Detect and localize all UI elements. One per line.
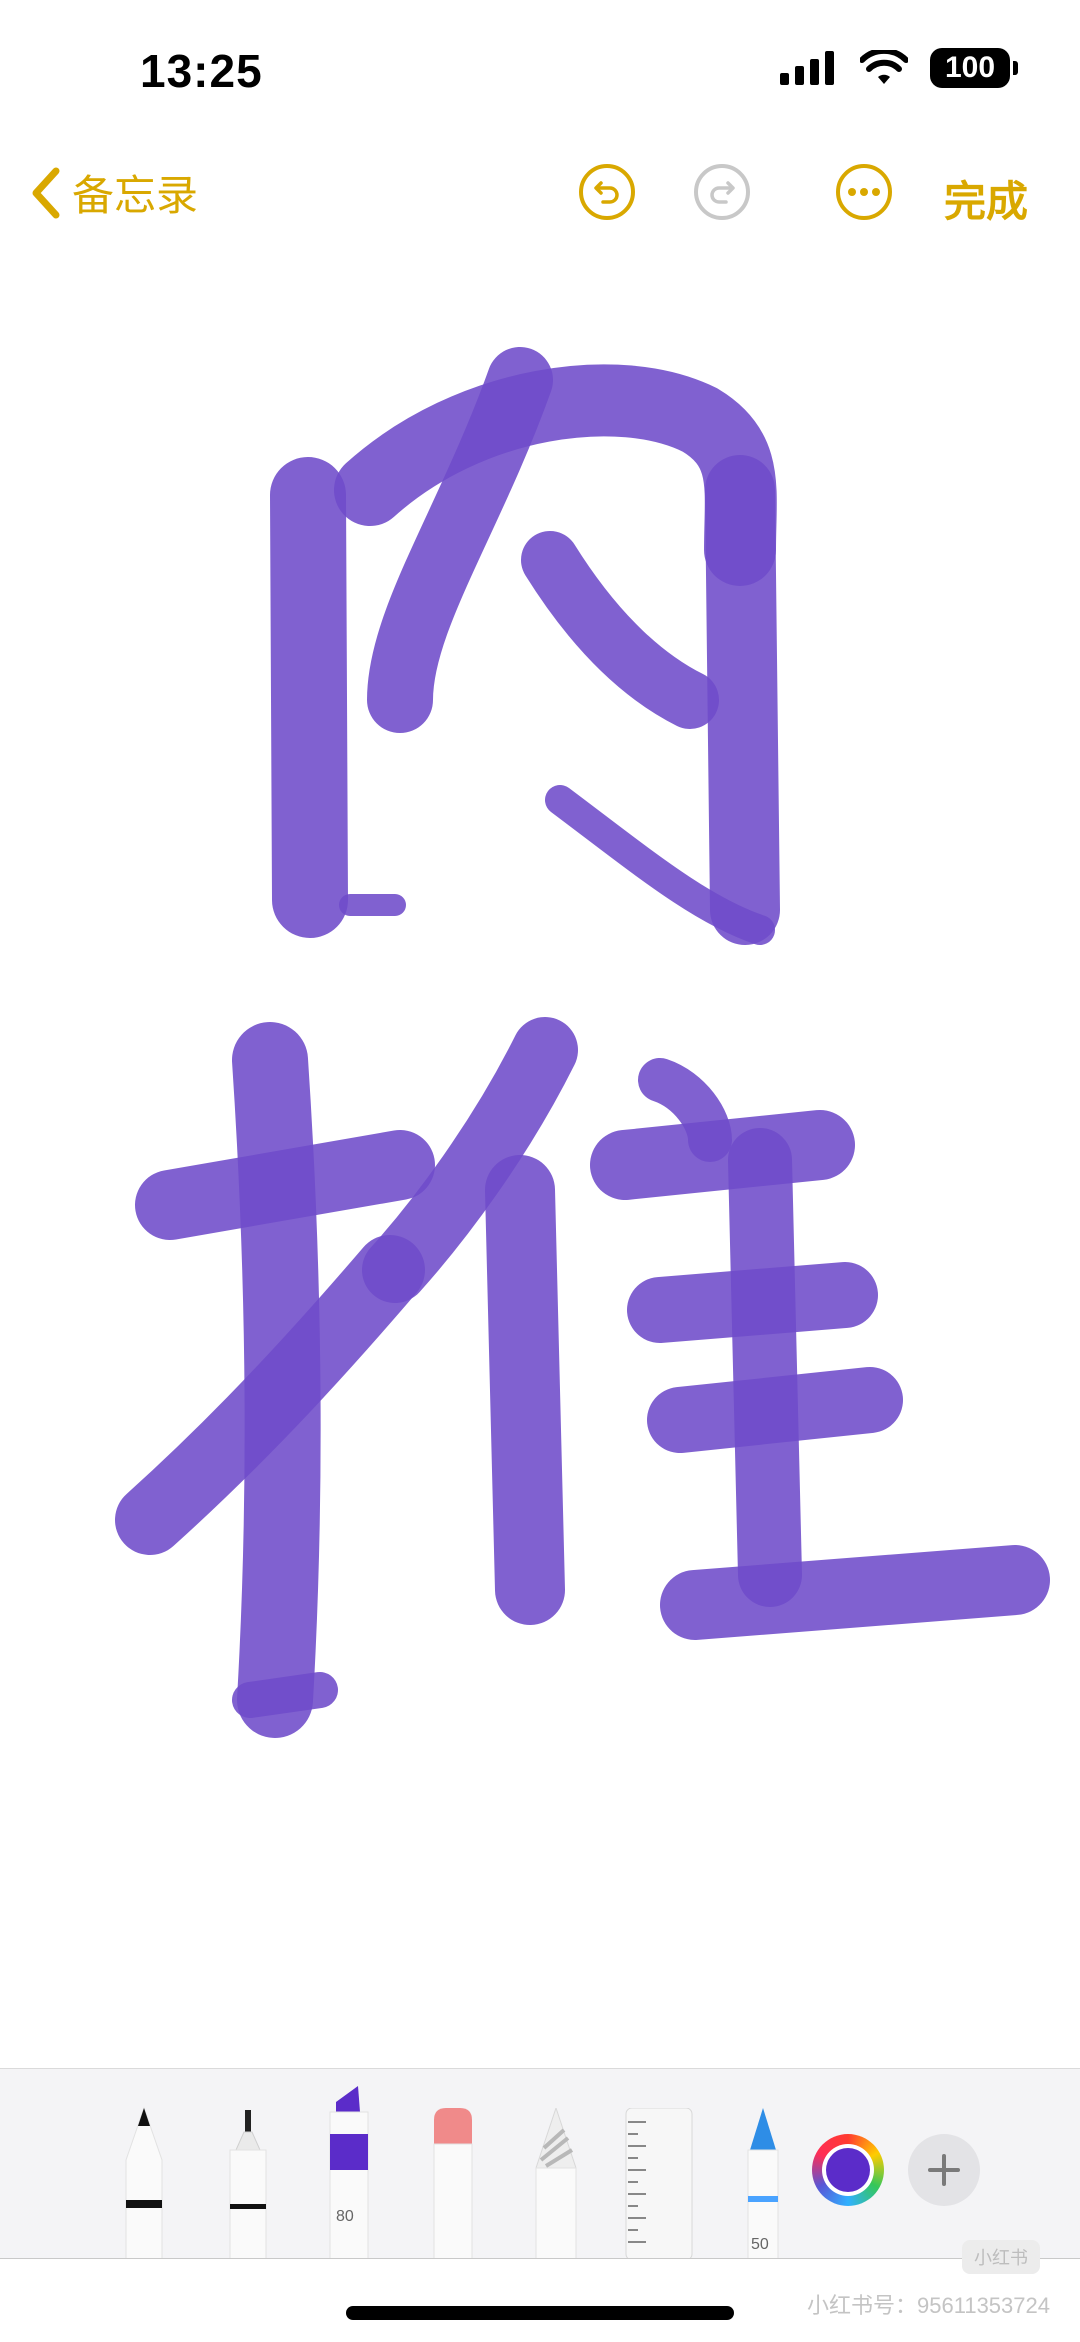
battery-indicator: 100 — [930, 48, 1018, 88]
stroke-tui-zhui-h4 — [660, 1545, 1050, 1640]
more-options-button[interactable] — [836, 164, 892, 220]
chevron-left-icon — [32, 167, 60, 218]
marker-width-label: 80 — [336, 2208, 354, 2225]
status-time: 13:25 — [140, 45, 263, 97]
add-tool-button[interactable] — [908, 2134, 980, 2206]
stroke-tui-ti-tick — [232, 1672, 338, 1718]
monoline-tool[interactable] — [222, 2110, 274, 2260]
nav-bar: 备忘录 完成 — [0, 140, 1080, 250]
drawing-canvas[interactable] — [0, 260, 1080, 2060]
redo-button[interactable] — [694, 164, 750, 220]
back-label: 备忘录 — [72, 172, 199, 219]
stroke-nei-right — [705, 455, 780, 945]
ruler-tool[interactable] — [624, 2108, 694, 2260]
stroke-nei-left — [270, 457, 348, 938]
redo-icon — [710, 181, 735, 204]
ellipsis-icon — [848, 188, 880, 196]
battery-level: 100 — [944, 51, 996, 84]
stroke-nei-dian — [521, 531, 719, 729]
back-button[interactable]: 备忘录 — [28, 162, 198, 223]
color-well-ring — [822, 2144, 874, 2196]
marker-tool[interactable] — [324, 2082, 374, 2260]
pen-tool[interactable] — [118, 2100, 170, 2260]
stroke-tui-zhui-h3 — [647, 1367, 903, 1453]
home-indicator[interactable] — [346, 2306, 734, 2320]
stroke-tui-zhui-v2 — [728, 1128, 802, 1607]
crayon-width-label: 50 — [751, 2236, 769, 2253]
cellular-signal-icon — [780, 51, 834, 85]
stroke-tui-zhui-v — [485, 1155, 565, 1625]
pencil-tool[interactable] — [530, 2108, 582, 2260]
selected-color-swatch — [826, 2148, 870, 2192]
undo-button[interactable] — [579, 164, 635, 220]
watermark-badge: 小红书 — [962, 2240, 1040, 2274]
color-picker-button[interactable] — [812, 2134, 884, 2206]
undo-icon — [594, 181, 619, 204]
done-button[interactable]: 完成 — [944, 168, 1028, 229]
status-bar: 13:25 100 — [0, 0, 1080, 140]
handwriting-drawing — [115, 347, 1050, 1738]
stroke-tui-zhui-h2 — [627, 1262, 878, 1343]
eraser-tool[interactable] — [428, 2108, 478, 2260]
wifi-icon — [860, 50, 908, 84]
status-icons: 100 — [780, 48, 1018, 88]
watermark-text: 小红书号：95611353724 — [807, 2293, 1050, 2318]
plus-icon — [928, 2154, 960, 2186]
